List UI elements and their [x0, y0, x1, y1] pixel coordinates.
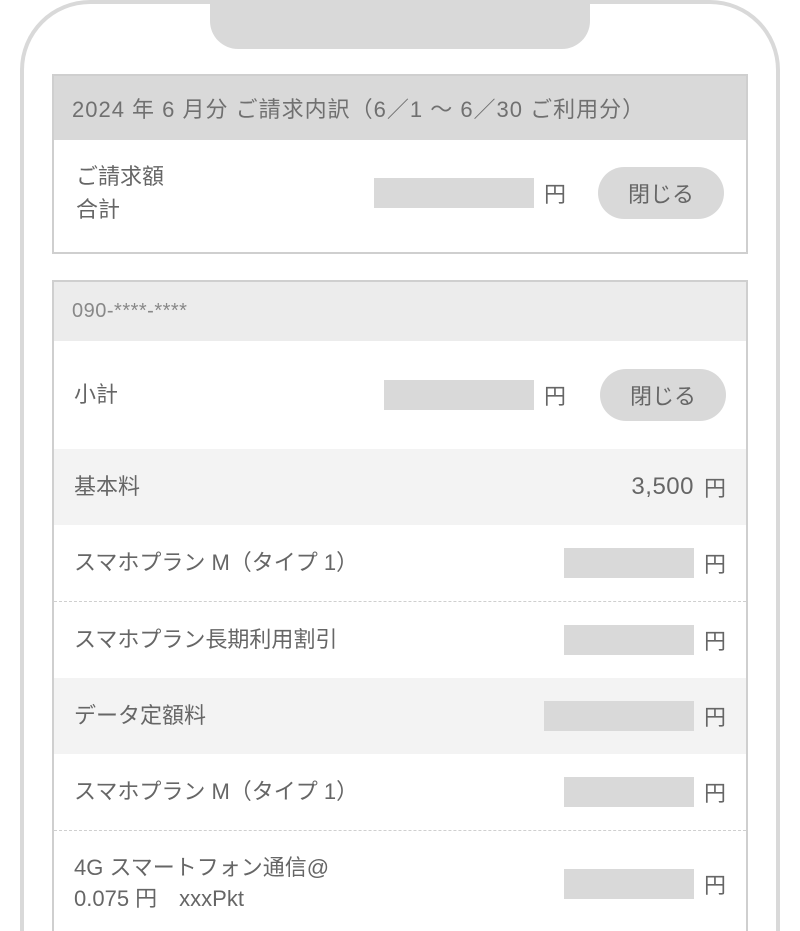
billing-period-header: 2024 年 6 月分 ご請求内訳（6／1 〜 6／30 ご利用分）	[54, 76, 746, 140]
line-item-yen-unit: 円	[704, 776, 726, 808]
total-yen-unit: 円	[544, 177, 566, 209]
line-item-row: スマホプラン長期利用割引 円	[54, 601, 746, 678]
line-item-yen-unit: 円	[704, 868, 726, 900]
line-item-label: スマホプラン長期利用割引	[74, 625, 552, 656]
close-subtotal-button[interactable]: 閉じる	[600, 369, 726, 421]
total-label-line1: ご請求額	[76, 160, 164, 193]
billing-detail-card: 090-****-**** 小計 円 閉じる 基本料 3,500 円	[52, 280, 748, 931]
line-item-label: 4G スマートフォン通信@ 0.075 円 xxxPkt	[74, 853, 552, 915]
category-amount-basic-fee: 3,500	[631, 473, 694, 501]
line-item-amount-masked	[564, 625, 694, 655]
line-item-row: スマホプラン M（タイプ 1） 円	[54, 525, 746, 601]
category-amount-data-fee-masked	[544, 701, 694, 731]
billing-summary-card: 2024 年 6 月分 ご請求内訳（6／1 〜 6／30 ご利用分） ご請求額 …	[52, 74, 748, 254]
total-amount-zone: 円	[178, 177, 566, 209]
line-item-value: 円	[564, 868, 726, 900]
billing-summary-body: ご請求額 合計 円 閉じる	[54, 140, 746, 252]
line-item-label: スマホプラン M（タイプ 1）	[74, 548, 552, 579]
line-item-amount-masked	[564, 777, 694, 807]
subtotal-amount-masked	[384, 380, 534, 410]
line-item-value: 円	[564, 776, 726, 808]
line-item-amount-masked	[564, 548, 694, 578]
total-label: ご請求額 合計	[76, 160, 164, 226]
line-item-value: 円	[564, 547, 726, 579]
total-amount-masked	[374, 178, 534, 208]
total-label-line2: 合計	[76, 193, 164, 226]
close-summary-button[interactable]: 閉じる	[598, 167, 724, 219]
line-item-yen-unit: 円	[704, 624, 726, 656]
line-item-label: スマホプラン M（タイプ 1）	[74, 777, 552, 808]
category-yen-basic-fee: 円	[704, 471, 726, 503]
subtotal-row: 小計 円 閉じる	[54, 341, 746, 449]
phone-frame: 2024 年 6 月分 ご請求内訳（6／1 〜 6／30 ご利用分） ご請求額 …	[20, 0, 780, 931]
category-row-data-fee: データ定額料 円	[54, 678, 746, 754]
screen-content: 2024 年 6 月分 ご請求内訳（6／1 〜 6／30 ご利用分） ご請求額 …	[52, 74, 748, 931]
line-item-amount-masked	[564, 869, 694, 899]
category-row-basic-fee: 基本料 3,500 円	[54, 449, 746, 525]
line-item-row: 4G スマートフォン通信@ 0.075 円 xxxPkt 円	[54, 830, 746, 931]
line-item-row: スマホプラン M（タイプ 1） 円	[54, 754, 746, 830]
subtotal-label: 小計	[74, 380, 372, 411]
subtotal-yen-unit: 円	[544, 379, 566, 411]
subtotal-value: 円	[384, 379, 566, 411]
line-item-value: 円	[564, 624, 726, 656]
line-item-yen-unit: 円	[704, 547, 726, 579]
phone-number-bar: 090-****-****	[54, 282, 746, 341]
phone-notch	[210, 4, 590, 49]
category-value-basic-fee: 3,500 円	[631, 471, 726, 503]
category-label-data-fee: データ定額料	[74, 701, 532, 732]
category-yen-data-fee: 円	[704, 700, 726, 732]
category-label-basic-fee: 基本料	[74, 472, 619, 503]
category-value-data-fee: 円	[544, 700, 726, 732]
